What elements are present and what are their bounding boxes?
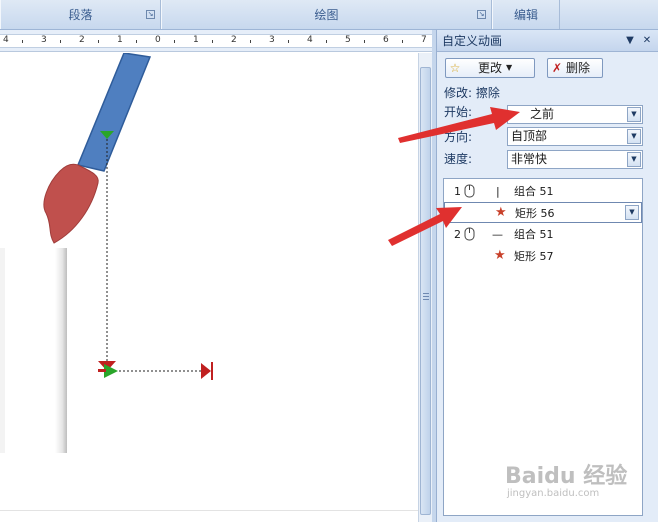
path-marker-bar — [98, 369, 106, 372]
slide-bottom-edge — [0, 510, 418, 522]
ruler-label: 7 — [421, 35, 427, 45]
ruler-label: 3 — [41, 35, 47, 45]
mouse-icon — [464, 184, 475, 198]
grip-line — [423, 299, 429, 300]
ribbon-group-label: 绘图 — [314, 8, 339, 22]
ruler-label: 5 — [345, 35, 351, 45]
speed-select[interactable]: 非常快 ▼ — [507, 150, 643, 169]
dialog-launcher-icon[interactable]: ↘ — [477, 10, 486, 19]
entrance-line-icon: | — [496, 185, 500, 198]
ruler-tick — [98, 40, 99, 43]
ruler-tick — [288, 40, 289, 43]
star-icon: ☆ — [449, 61, 461, 75]
list-item[interactable]: 1 | 组合 51 — [444, 181, 642, 202]
remove-button-label: 删除 — [566, 61, 591, 75]
change-button-label: 更改 — [478, 61, 503, 75]
chevron-down-icon[interactable]: ▼ — [627, 129, 641, 144]
start-value: 之前 — [530, 107, 555, 121]
ruler-label: 3 — [269, 35, 275, 45]
remove-effect-button[interactable]: ✗ 删除 — [547, 58, 603, 78]
dialog-launcher-icon[interactable]: ↘ — [146, 10, 155, 19]
chevron-down-icon[interactable]: ▼ — [627, 152, 641, 167]
item-name: 矩形 56 — [515, 207, 555, 220]
ruler-tick — [212, 40, 213, 43]
start-label: 开始: — [444, 105, 473, 119]
brush-handle-shape[interactable] — [76, 53, 152, 172]
effect-star-icon: ★ — [495, 205, 507, 220]
ruler-tick — [174, 40, 175, 43]
item-number: 1 — [454, 185, 461, 198]
entrance-line-icon: — — [492, 228, 503, 241]
ribbon-group-label: 段落 — [68, 8, 93, 22]
ruler-label: 6 — [383, 35, 389, 45]
pane-title-bar: 自定义动画 ▼ ✕ — [437, 30, 658, 52]
ruler-scale: 4 3 2 1 0 1 2 3 4 5 6 7 — [0, 34, 432, 48]
ribbon-group-drawing: 绘图 ↘ — [161, 0, 492, 29]
direction-select[interactable]: 自顶部 ▼ — [507, 127, 643, 146]
ribbon-group-paragraph: 段落 ↘ — [0, 0, 161, 29]
path-end-marker-icon[interactable] — [201, 363, 211, 379]
ribbon-group-editing: 编辑 — [492, 0, 560, 29]
ribbon: 段落 ↘ 绘图 ↘ 编辑 — [0, 0, 658, 30]
watermark-logo: Baidu 经验 jingyan.baidu.com — [505, 450, 655, 510]
brush-head-shape[interactable] — [43, 163, 99, 244]
vertical-scrollbar[interactable] — [418, 53, 432, 522]
ruler-tick — [22, 40, 23, 43]
chevron-down-icon[interactable]: ▼ — [627, 107, 641, 122]
item-number: 2 — [454, 228, 461, 241]
item-name: 组合 51 — [514, 185, 554, 198]
slide-drawing — [0, 53, 213, 453]
ruler-tick — [402, 40, 403, 43]
list-item[interactable]: 2 — 组合 51 — [444, 224, 642, 245]
effect-star-icon: ★ — [494, 248, 506, 263]
grip-line — [423, 293, 429, 294]
chevron-down-icon[interactable]: ▼ — [625, 205, 639, 220]
ruler-tick — [326, 40, 327, 43]
pane-options-icon[interactable]: ▼ — [623, 34, 637, 48]
watermark-text: Baidu 经验 — [505, 464, 628, 489]
ruler-tick — [136, 40, 137, 43]
horizontal-ruler: 4 3 2 1 0 1 2 3 4 5 6 7 — [0, 30, 432, 52]
shadow-bar-shape[interactable] — [55, 248, 67, 453]
change-effect-button[interactable]: ☆ 更改 ▼ — [445, 58, 535, 78]
direction-label: 方向: — [444, 130, 473, 144]
ruler-label: 4 — [307, 35, 313, 45]
left-edge-shape — [0, 248, 5, 453]
chevron-down-icon: ▼ — [506, 63, 513, 72]
ruler-tick — [250, 40, 251, 43]
mouse-icon — [464, 227, 475, 241]
pane-title: 自定义动画 — [442, 34, 503, 48]
ruler-tick — [364, 40, 365, 43]
ruler-label: 4 — [3, 35, 9, 45]
scrollbar-thumb[interactable] — [420, 67, 431, 515]
start-select[interactable]: 之前 ▼ — [507, 105, 643, 124]
close-icon[interactable]: ✕ — [640, 34, 654, 48]
list-item-selected[interactable]: ★ 矩形 56 ▼ — [444, 202, 642, 223]
ruler-label: 0 — [155, 35, 161, 45]
speed-label: 速度: — [444, 152, 473, 166]
watermark-url: jingyan.baidu.com — [507, 488, 600, 499]
ruler-label: 1 — [193, 35, 199, 45]
custom-animation-pane: 自定义动画 ▼ ✕ ☆ 更改 ▼ ✗ 删除 修改: 擦除 开始: 之前 ▼ 方向… — [436, 30, 658, 522]
modify-label: 修改: 擦除 — [444, 86, 500, 100]
item-name: 矩形 57 — [514, 250, 554, 263]
ruler-label: 1 — [117, 35, 123, 45]
direction-value: 自顶部 — [511, 129, 548, 143]
grip-line — [423, 296, 429, 297]
ruler-tick — [60, 40, 61, 43]
slide-canvas[interactable] — [0, 53, 418, 522]
ruler-label: 2 — [231, 35, 237, 45]
ruler-label: 2 — [79, 35, 85, 45]
list-item[interactable]: ★ 矩形 57 — [444, 246, 642, 267]
item-name: 组合 51 — [514, 228, 554, 241]
ribbon-group-label: 编辑 — [513, 8, 538, 22]
speed-value: 非常快 — [511, 152, 548, 166]
remove-star-icon: ✗ — [551, 61, 563, 75]
